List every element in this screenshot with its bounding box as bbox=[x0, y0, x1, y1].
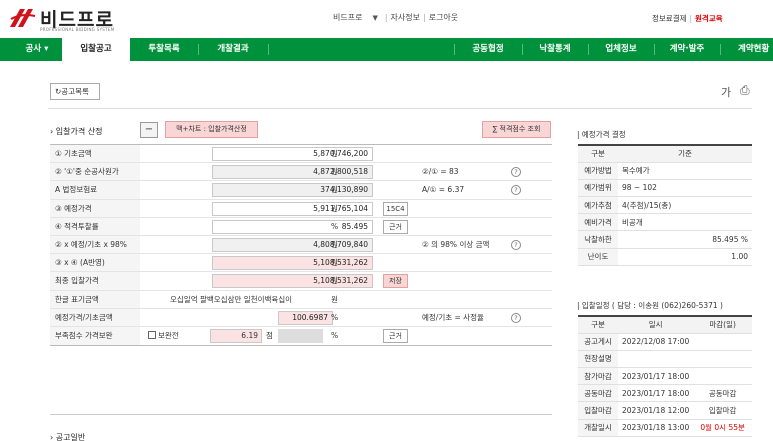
help-icon[interactable]: ? bbox=[511, 185, 521, 196]
table-row: 난이도 1.00 bbox=[578, 248, 752, 266]
help-icon[interactable]: ? bbox=[511, 167, 521, 178]
legal-insurance-value: 374,130,890 bbox=[212, 183, 373, 198]
logo-subtitle: PROFESSIONAL BIDDING SYSTEM bbox=[40, 27, 115, 32]
notice-list-button[interactable]: ↻공고목록 bbox=[50, 83, 100, 100]
row-x4: ③ x ④ (A반영) 5,108,531,262 원 bbox=[50, 254, 552, 273]
tab-opening-results[interactable]: 개찰결과 bbox=[198, 38, 268, 61]
chevron-down-icon[interactable]: ▼ bbox=[372, 14, 377, 22]
header: 비드프로 PROFESSIONAL BIDDING SYSTEM 비드프로 ▼ | 자… bbox=[0, 0, 773, 38]
tab-bid-notice[interactable]: 입찰공고 bbox=[62, 38, 130, 61]
tab-contract-order[interactable]: 계약·발주 bbox=[654, 38, 720, 61]
estimate-price-input[interactable]: 5,911,765,104 bbox=[212, 201, 373, 216]
tab-bid-list[interactable]: 투찰목록 bbox=[130, 38, 198, 61]
logo-icon bbox=[10, 9, 36, 27]
table-row: 참가마감 2023/01/17 18:00 bbox=[578, 367, 752, 386]
row-bid-rate: ④ 적격투찰률 85.495 % 근거 bbox=[50, 217, 552, 236]
top-right-links: 정보료결제 | 원격교육 bbox=[652, 14, 723, 23]
row-deficit-score: 부족점수 가격보완 보완전 6.19 점 % 근거 bbox=[50, 326, 552, 346]
combination-button[interactable]: 15C4 bbox=[383, 201, 408, 216]
estimate-panel-title: | 예정가격 결정 bbox=[577, 130, 626, 139]
table-row: 낙찰하한 85.495 % bbox=[578, 230, 752, 249]
table-row: 개찰일시 2023/01/18 13:00 0월 0시 55분 bbox=[578, 419, 752, 437]
table-row: 예가추첨 4(추첨)/15(총) bbox=[578, 196, 752, 215]
save-button[interactable]: 저장 bbox=[383, 274, 408, 289]
schedule-panel-title: | 입찰일정 ( 담당 : 이송원 (062)260-5371 ) bbox=[577, 301, 723, 310]
deficit-score-input[interactable]: 6.19 bbox=[210, 328, 262, 343]
help-icon[interactable]: ? bbox=[511, 239, 521, 250]
divider bbox=[48, 108, 752, 109]
payment-link[interactable]: 정보료결제 bbox=[652, 14, 687, 23]
chart-calc-button[interactable]: 맥+차트 : 입찰가격산정 bbox=[165, 121, 258, 138]
korean-amount-text: 오십일억 팔백오십삼만 일천이백육십이 bbox=[170, 294, 293, 304]
table-row: 공동마감 2023/01/17 18:00 공동마감 bbox=[578, 384, 752, 403]
row-base-amount: ① 기초금액 5,870,746,200 원 bbox=[50, 145, 552, 164]
section-title-notice-general: › 공고일반 bbox=[50, 433, 86, 441]
table-row: 입찰마감 2023/01/18 12:00 입찰마감 bbox=[578, 401, 752, 420]
supplement-checkbox[interactable]: 보완전 bbox=[148, 327, 179, 345]
company-info-link[interactable]: 자사정보 bbox=[391, 13, 420, 22]
help-icon[interactable]: ? bbox=[511, 312, 521, 323]
bid-rate-input[interactable]: 85.495 bbox=[212, 219, 373, 234]
table-row: 예가방법 복수예가 bbox=[578, 162, 752, 180]
row-net-cost: ② '①'중 순공사원가 4,872,800,518 원 ②/① = 83 ? bbox=[50, 163, 552, 182]
logout-link[interactable]: 로그아웃 bbox=[429, 13, 458, 22]
bid-calc-table: ① 기초금액 5,870,746,200 원 ② '①'중 순공사원가 4,87… bbox=[50, 144, 552, 347]
printer-icon[interactable]: ⎙ bbox=[740, 83, 750, 98]
row-final-bid: 최종 입찰가격 5,108,531,262 원 저장 bbox=[50, 272, 552, 291]
row-korean-amount: 한글 표기금액 오십일억 팔백오십삼만 일천이백육십이 원 bbox=[50, 290, 552, 309]
row-estimate-price: ③ 예정가격 5,911,765,104 원 15C4 bbox=[50, 199, 552, 218]
main-nav: 공사 ▾ 입찰공고 투찰목록 개찰결과 공동협정 낙찰통계 업체정보 계약·발주… bbox=[0, 38, 773, 61]
ratio-value: 100.6987 bbox=[278, 310, 333, 325]
deficit-basis-button[interactable]: 근거 bbox=[383, 328, 408, 343]
x98-value: 4,808,709,840 bbox=[212, 237, 373, 252]
section-title-bid-calc: › 입찰가격 산정 bbox=[50, 127, 103, 136]
user-info: 비드프로 ▼ | 자사정보 | 로그아웃 bbox=[333, 13, 459, 22]
tab-joint-agreement[interactable]: 공동협정 bbox=[454, 38, 522, 61]
tab-award-stats[interactable]: 낙찰통계 bbox=[522, 38, 588, 61]
user-name: 비드프로 bbox=[333, 13, 363, 22]
table-row: 공고게시 2022/12/08 17:00 bbox=[578, 333, 752, 351]
row-ratio: 예정가격/기초금액 100.6987 % 예정/기초 = 사정율 ? bbox=[50, 308, 552, 327]
deficit-percent-value bbox=[278, 328, 323, 343]
remote-edu-link[interactable]: 원격교육 bbox=[695, 14, 723, 23]
countdown-text: 0월 0시 55분 bbox=[693, 419, 752, 437]
estimate-table: 구분 기준 예가방법 복수예가 예가범위 98 ~ 102 예가추첨 4(추첨)/15… bbox=[578, 143, 752, 266]
rate-basis-button[interactable]: 근거 bbox=[383, 219, 408, 234]
table-row: 예가범위 98 ~ 102 bbox=[578, 179, 752, 198]
score-lookup-button[interactable]: ∑ 적격점수 조회 bbox=[482, 121, 551, 138]
net-cost-value: 4,872,800,518 bbox=[212, 165, 373, 180]
tab-contract-status[interactable]: 계약현황 bbox=[720, 38, 773, 61]
row-legal-insurance: A 법정보험료 374,130,890 원 A/① = 6.37 ? bbox=[50, 181, 552, 200]
x4-value: 5,108,531,262 bbox=[212, 256, 373, 271]
tab-company-info[interactable]: 업체정보 bbox=[588, 38, 654, 61]
caret-down-icon: ▾ bbox=[44, 44, 49, 54]
nav-menu-construction[interactable]: 공사 ▾ bbox=[18, 38, 56, 61]
font-size-button[interactable]: 가 bbox=[721, 84, 731, 100]
final-bid-value: 5,108,531,262 bbox=[212, 274, 373, 289]
row-x98: ② x 예정/기초 x 98% 4,808,709,840 원 ② 의 98% … bbox=[50, 235, 552, 255]
base-amount-input[interactable]: 5,870,746,200 bbox=[212, 147, 373, 161]
schedule-table: 구분 일시 마감(일) 공고게시 2022/12/08 17:00 현장설명 참가… bbox=[578, 314, 752, 437]
collapse-button[interactable]: − bbox=[140, 122, 158, 138]
divider bbox=[50, 414, 552, 415]
table-row: 현장설명 bbox=[578, 350, 752, 369]
table-row: 예비가격 비공개 bbox=[578, 213, 752, 232]
checkbox-icon[interactable] bbox=[148, 330, 156, 339]
